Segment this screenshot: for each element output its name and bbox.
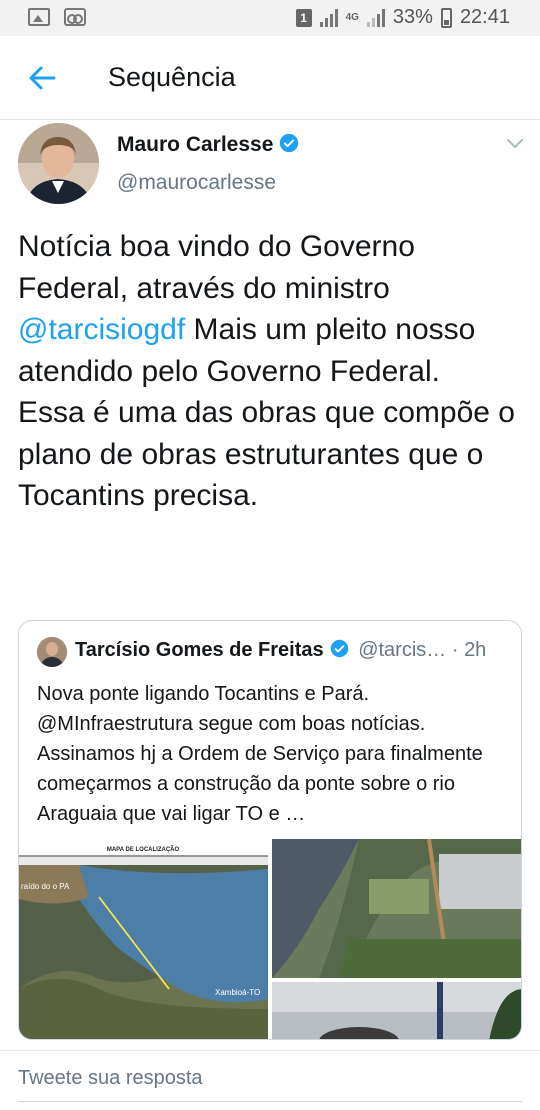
map-image[interactable]: MAPA DE LOCALIZAÇÃO raído do o PA Xambio… (19, 839, 268, 1040)
reply-bar: Tweete sua resposta (0, 1050, 540, 1110)
quoted-header: Tarcísio Gomes de Freitas @tarcis… · 2h (75, 639, 515, 662)
battery-icon (440, 7, 452, 28)
image-notification-icon (28, 8, 50, 26)
signal-icon (319, 8, 338, 27)
battery-percent: 33% (392, 6, 433, 28)
construction-photo[interactable] (272, 982, 522, 1040)
network-type: 4G (345, 12, 359, 23)
quoted-text: Nova ponte ligando Tocantins e Pará. @MI… (37, 683, 483, 825)
map-title: MAPA DE LOCALIZAÇÃO (107, 846, 180, 853)
clock: 22:41 (459, 6, 510, 28)
reply-underline (18, 1101, 522, 1102)
quoted-media-grid[interactable]: MAPA DE LOCALIZAÇÃO raído do o PA Xambio… (19, 839, 522, 1040)
sim-indicator: 1 (295, 8, 312, 27)
author-name[interactable]: Mauro Carlesse (117, 133, 299, 157)
reply-input[interactable]: Tweete sua resposta (18, 1067, 203, 1090)
quoted-author-handle: @tarcis… (358, 639, 447, 661)
voicemail-icon (64, 8, 86, 26)
quoted-time: 2h (464, 639, 487, 661)
author-handle[interactable]: @maurocarlesse (117, 171, 276, 195)
verified-badge-icon (280, 133, 299, 153)
tweet-text: Notícia boa vindo do Governo Federal, at… (18, 230, 515, 512)
page-title: Sequência (108, 62, 236, 92)
chevron-down-icon[interactable] (506, 138, 524, 150)
status-bar: 1 4G 33% 22:41 (0, 0, 540, 36)
mention-link[interactable]: @tarcisiogdf (18, 313, 185, 346)
app-header: Sequência (0, 36, 540, 120)
avatar[interactable] (18, 123, 99, 204)
map-label-right: Xambioá-TO (215, 988, 260, 997)
quoted-tweet[interactable]: Tarcísio Gomes de Freitas @tarcis… · 2h … (18, 620, 522, 1040)
signal-secondary-icon (366, 8, 385, 27)
quoted-author-name: Tarcísio Gomes de Freitas (75, 639, 324, 661)
arrow-left-icon[interactable] (26, 62, 58, 94)
map-label-left: raído do o PA (21, 882, 70, 891)
aerial-photo[interactable] (272, 839, 522, 979)
quoted-separator: · (446, 639, 465, 661)
quoted-avatar (37, 637, 67, 667)
verified-badge-icon (330, 639, 348, 658)
